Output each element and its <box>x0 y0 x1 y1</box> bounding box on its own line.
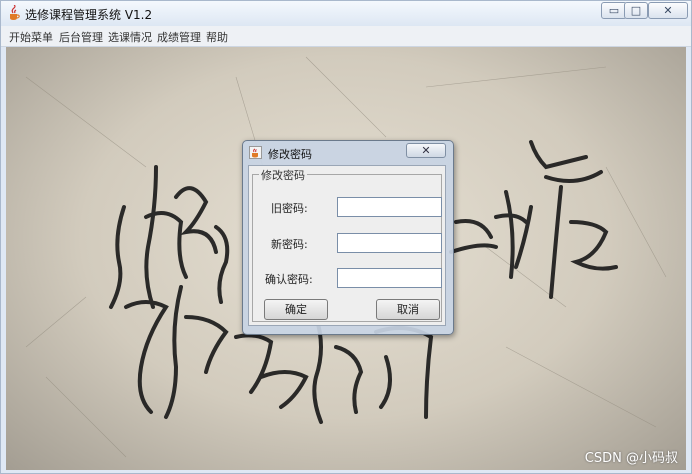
group-title: 修改密码 <box>259 167 307 183</box>
close-button[interactable]: ✕ <box>648 2 688 19</box>
menu-grades[interactable]: 成绩管理 <box>157 29 201 45</box>
menu-start[interactable]: 开始菜单 <box>9 29 53 45</box>
close-icon: ✕ <box>663 4 673 17</box>
title-bar[interactable]: 选修课程管理系统 V1.2 ▭ □ ✕ <box>1 1 691 26</box>
change-password-dialog: 修改密码 ✕ 修改密码 旧密码: 新密码: 确认密码: 确定 取消 <box>242 140 454 335</box>
password-group: 修改密码 旧密码: 新密码: 确认密码: 确定 取消 <box>252 167 442 322</box>
new-password-field[interactable] <box>337 233 442 253</box>
cancel-button[interactable]: 取消 <box>376 299 440 320</box>
close-icon: ✕ <box>421 144 431 157</box>
dialog-close-button[interactable]: ✕ <box>406 143 446 158</box>
menu-help[interactable]: 帮助 <box>206 29 228 45</box>
java-cup-icon <box>249 146 262 159</box>
new-password-label: 新密码: <box>271 238 308 251</box>
menu-admin[interactable]: 后台管理 <box>59 29 103 45</box>
dialog-title: 修改密码 <box>268 148 312 161</box>
window-title: 选修课程管理系统 V1.2 <box>25 8 153 22</box>
menu-bar: 开始菜单 后台管理 选课情况 成绩管理 帮助 <box>1 26 691 47</box>
old-password-field[interactable] <box>337 197 442 217</box>
java-cup-icon <box>10 5 20 20</box>
csdn-watermark: CSDN @小码叔 <box>584 451 678 466</box>
dialog-body: 修改密码 旧密码: 新密码: 确认密码: 确定 取消 <box>248 165 446 326</box>
maximize-button[interactable]: □ <box>624 2 648 19</box>
main-window: 选修课程管理系统 V1.2 ▭ □ ✕ 开始菜单 后台管理 选课情况 成绩管理 … <box>0 0 692 474</box>
confirm-button[interactable]: 确定 <box>264 299 328 320</box>
confirm-password-label: 确认密码: <box>265 273 313 286</box>
old-password-label: 旧密码: <box>271 202 308 215</box>
menu-course-selection[interactable]: 选课情况 <box>108 29 152 45</box>
confirm-password-field[interactable] <box>337 268 442 288</box>
maximize-icon: □ <box>630 4 642 17</box>
minimize-icon: ▭ <box>608 4 620 17</box>
